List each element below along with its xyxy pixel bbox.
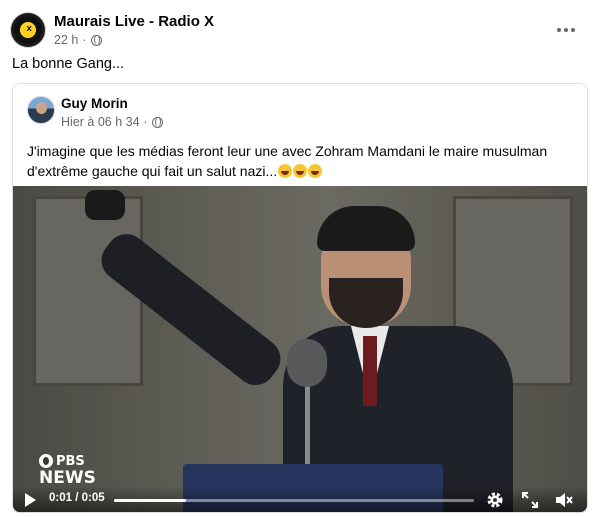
post-caption: La bonne Gang... [12, 56, 125, 72]
post-header: X Maurais Live - Radio X 22 h · [10, 12, 590, 52]
meta-separator: · [82, 33, 87, 47]
post-time-link[interactable]: 22 h [54, 33, 78, 47]
video-time-display: 0:01 / 0:05 [49, 492, 105, 504]
video-progress-bar[interactable] [114, 499, 474, 502]
pbs-watermark-top: PBS [56, 453, 85, 469]
video-tie [363, 336, 377, 406]
more-dot-icon [564, 28, 568, 32]
video-progress-fill [114, 499, 186, 502]
page-name-link[interactable]: Maurais Live - Radio X [54, 13, 214, 30]
play-icon[interactable] [25, 493, 36, 507]
muted-speaker-icon[interactable] [554, 490, 574, 510]
video-window-left [33, 196, 143, 386]
video-microphone-stand [305, 381, 310, 471]
pbs-watermark-bottom: NEWS [39, 468, 96, 488]
video-controls: 0:01 / 0:05 [13, 486, 587, 512]
shared-post-time-link[interactable]: Hier à 06 h 34 [61, 115, 140, 129]
video-player[interactable]: PBS NEWS 0:01 / 0:05 [13, 186, 587, 512]
laughing-tears-emoji-icon [293, 164, 308, 178]
more-dot-icon [557, 28, 561, 32]
video-hair [317, 206, 415, 251]
pbs-logo-icon [39, 454, 53, 468]
more-dot-icon [571, 28, 575, 32]
video-microphone [287, 339, 327, 387]
pbs-news-watermark: PBS NEWS [39, 454, 96, 487]
laughing-tears-emoji-icon [308, 164, 323, 178]
video-glove [85, 190, 125, 220]
post-meta: 22 h · [54, 33, 102, 47]
shared-author-avatar[interactable] [27, 96, 55, 124]
shared-author-name-link[interactable]: Guy Morin [61, 96, 128, 111]
shared-post-card: Guy Morin Hier à 06 h 34 · J'imagine que… [12, 83, 588, 513]
shared-post-text: J'imagine que les médias feront leur une… [27, 141, 577, 181]
fullscreen-icon[interactable] [520, 490, 540, 510]
laughing-tears-emoji-icon [278, 164, 293, 178]
meta-separator: · [143, 115, 148, 129]
globe-icon [90, 34, 102, 46]
page-avatar[interactable]: X [10, 12, 46, 48]
more-options-button[interactable] [554, 20, 578, 40]
globe-icon [151, 116, 163, 128]
shared-post-meta: Hier à 06 h 34 · [61, 115, 163, 129]
gear-icon[interactable] [485, 490, 505, 510]
avatar-logo-text: X [26, 25, 32, 33]
